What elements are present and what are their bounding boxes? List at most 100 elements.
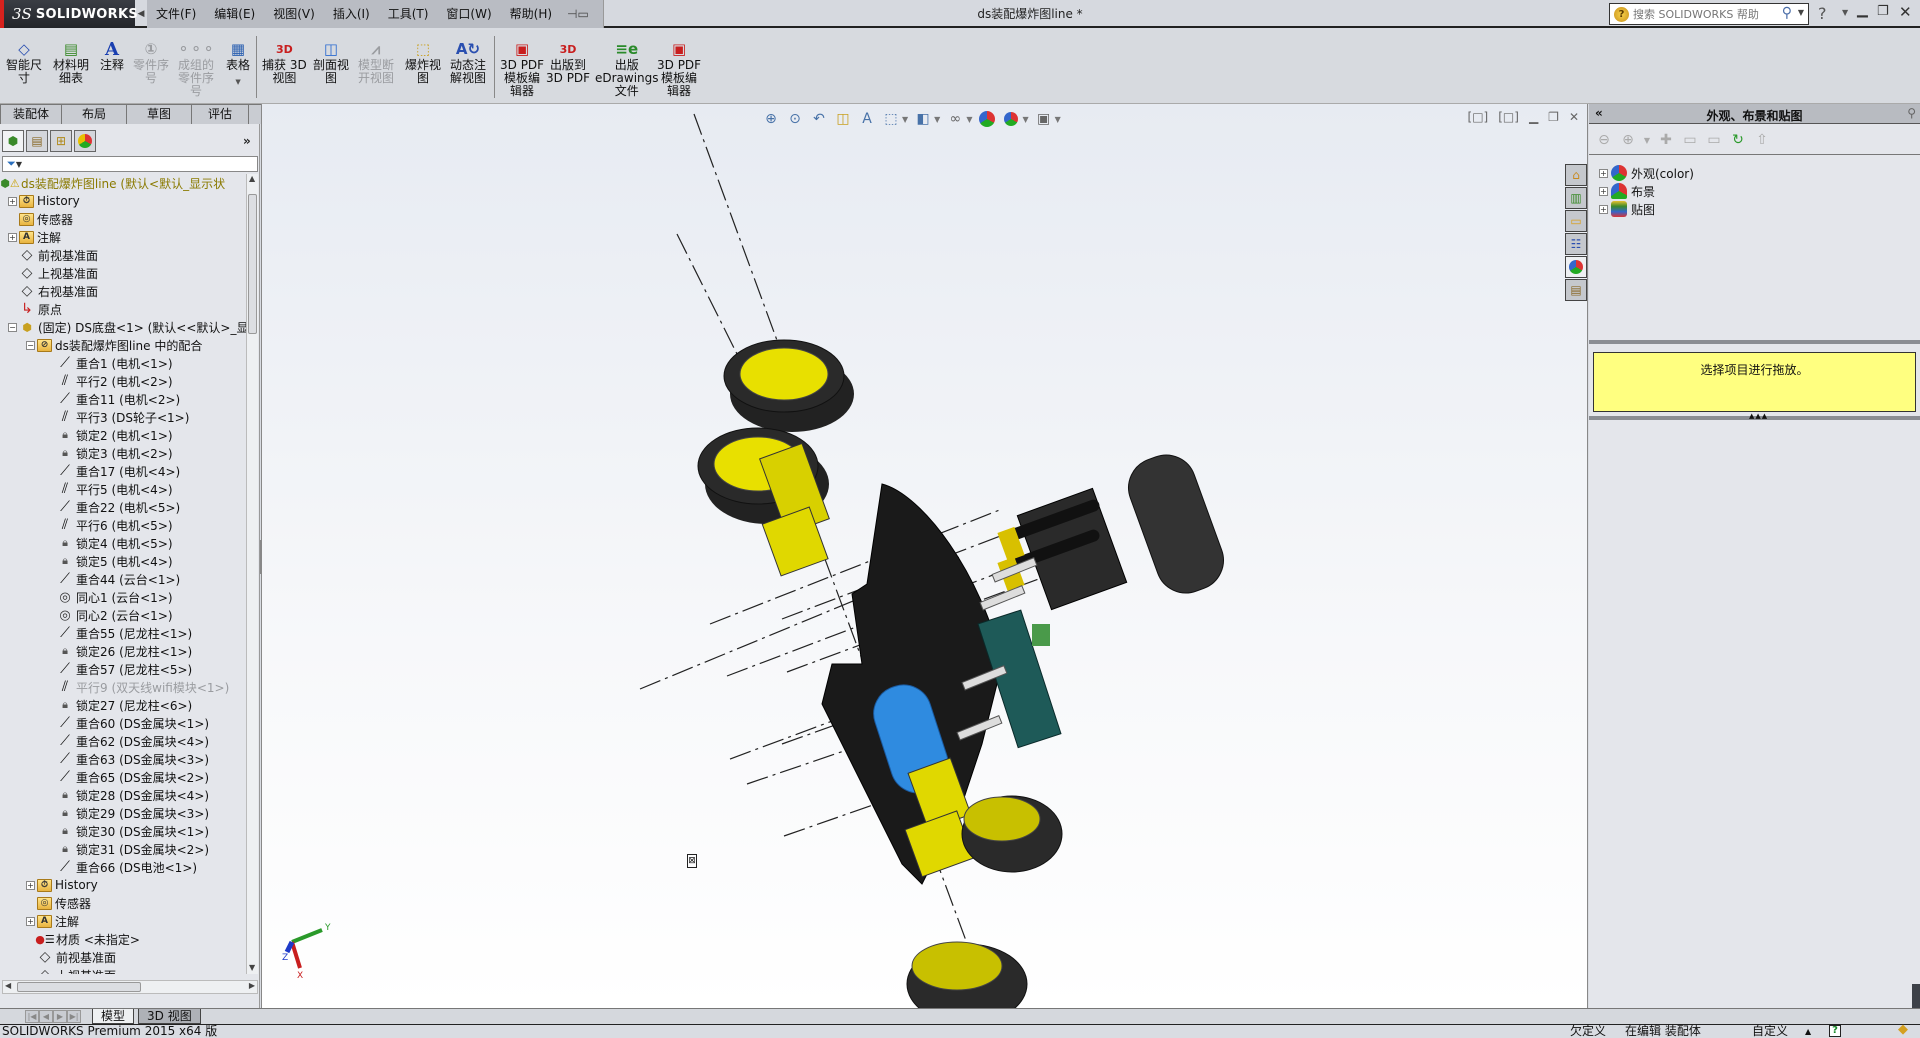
menu-edit[interactable]: 编辑(E) <box>205 0 264 28</box>
tree-node[interactable]: ⫽ 平行2 (电机<2>) <box>46 372 173 390</box>
tree-node[interactable]: + ⏱ History <box>8 192 80 210</box>
zoom-to-area-icon[interactable]: ⊙ <box>786 110 804 128</box>
split-left-icon[interactable]: [□] <box>1468 110 1489 124</box>
menu-insert[interactable]: 插入(I) <box>324 0 379 28</box>
dropdown-icon[interactable]: ▼ <box>1022 115 1028 124</box>
tab-sketch[interactable]: 草图 <box>126 104 193 124</box>
forward-icon[interactable]: ⊕ <box>1619 131 1637 149</box>
tree-node[interactable]: ⟋ 重合60 (DS金属块<1>) <box>46 714 209 732</box>
expand-icon[interactable]: + <box>1599 204 1608 214</box>
collapse-icon[interactable]: − <box>26 340 35 350</box>
tree-node[interactable]: ⟋ 重合1 (电机<1>) <box>46 354 172 372</box>
tree-node[interactable]: ◎ 传感器 <box>8 210 73 228</box>
tree-node[interactable]: ⟋ 重合44 (云台<1>) <box>46 570 180 588</box>
stacked-balloon-button[interactable]: ⚬⚬⚬ 成组的 零件序 号 <box>177 40 215 98</box>
expand-icon[interactable]: + <box>8 232 17 242</box>
tree-node[interactable]: ◇上视基准面 <box>26 966 116 974</box>
dropdown-icon[interactable]: ▼ <box>1055 115 1061 124</box>
tree-horizontal-scrollbar[interactable]: ◀ ▶ <box>2 980 258 994</box>
prev-tab-icon[interactable]: ◀ <box>39 1010 53 1023</box>
refresh-icon[interactable]: ↻ <box>1729 131 1747 149</box>
tree-node[interactable]: ◇ 前视基准面 <box>8 246 98 264</box>
scrollbar-thumb[interactable] <box>248 194 257 334</box>
tree-node[interactable]: ◇上视基准面 <box>8 264 98 282</box>
appearances-tab[interactable] <box>1565 256 1587 278</box>
tree-node[interactable]: 🔒︎ 锁定3 (电机<2>) <box>46 444 173 462</box>
tree-node[interactable]: ⟋ 重合57 (尼龙柱<5>) <box>46 660 192 678</box>
solidworks-resources-tab[interactable]: ⌂ <box>1565 164 1587 186</box>
tab-3d-views[interactable]: 3D 视图 <box>138 1009 201 1024</box>
panel-splitter[interactable] <box>1589 340 1920 344</box>
tree-node[interactable]: ⟋ 重合17 (电机<4>) <box>46 462 180 480</box>
tree-node[interactable]: 🔒︎ 锁定26 (尼龙柱<1>) <box>46 642 192 660</box>
graphics-area[interactable]: ⊕ ⊙ ↶ ◫ A ⬚ ▼ ◧ ▼ ∞ ▼ ▼ ▣ ▼ [□] [□] ▁ ❐ ✕ ⌂ … <box>261 104 1588 1008</box>
up-level-icon[interactable]: ⇧ <box>1753 131 1771 149</box>
help-dropdown-icon[interactable]: ▼ <box>1842 8 1848 17</box>
view-orientation-icon[interactable]: ⬚ <box>882 110 900 128</box>
tree-node[interactable]: 🔒︎ 锁定28 (DS金属块<4>) <box>46 786 209 804</box>
display-manager-tab[interactable] <box>74 130 96 152</box>
scroll-down-icon[interactable]: ▼ <box>249 963 255 972</box>
tree-node[interactable]: ⫽ 平行3 (DS轮子<1>) <box>46 408 190 426</box>
custom-properties-tab[interactable]: ▤ <box>1565 279 1587 301</box>
configuration-manager-tab[interactable]: ⊞ <box>50 130 72 152</box>
tree-node[interactable]: − ⬢ (固定) DS底盘<1> (默认<<默认>_显 <box>8 318 246 336</box>
tree-node[interactable]: 🔒︎ 锁定2 (电机<1>) <box>46 426 173 444</box>
expand-icon[interactable]: + <box>1599 186 1608 196</box>
tab-assembly[interactable]: 装配体 <box>0 104 63 124</box>
tree-node[interactable]: 🔒︎ 锁定4 (电机<5>) <box>46 534 173 552</box>
close-button[interactable]: ✕ <box>1899 3 1912 21</box>
tab-model[interactable]: 模型 <box>92 1009 135 1024</box>
back-icon[interactable]: ⊖ <box>1595 131 1613 149</box>
file-explorer-tab[interactable]: ▭ <box>1565 210 1587 232</box>
edit-appearance-icon[interactable] <box>978 110 996 128</box>
tree-node[interactable]: ⟋ 重合66 (DS电池<1>) <box>46 858 197 876</box>
scrollbar-thumb[interactable] <box>17 982 141 992</box>
exploded-assembly-model[interactable] <box>262 104 1588 1008</box>
unit-system[interactable]: 自定义 <box>1752 1025 1788 1038</box>
tree-node[interactable]: ⬢ ⚠ ds装配爆炸图line (默认<默认_显示状 <box>0 174 225 192</box>
first-tab-icon[interactable]: |◀ <box>25 1010 39 1023</box>
scroll-right-icon[interactable]: ▶ <box>249 981 255 990</box>
expand-icon[interactable]: + <box>26 880 35 890</box>
dropdown-icon[interactable]: ▼ <box>902 115 908 124</box>
tab-evaluate[interactable]: 评估 <box>191 104 250 124</box>
table-button[interactable]: ▦ 表格 ▼ <box>226 40 250 89</box>
apply-scene-icon[interactable] <box>1002 110 1020 128</box>
new-folder-icon[interactable]: ▭ <box>1681 131 1699 149</box>
expand-icon[interactable]: + <box>1599 168 1608 178</box>
scroll-left-icon[interactable]: ◀ <box>5 981 11 990</box>
publish-edrawings-button[interactable]: ≡e 出版 eDrawings 文件 <box>595 40 659 98</box>
wheel-bottom-1[interactable] <box>961 795 1063 873</box>
expand-icon[interactable]: + <box>26 916 35 926</box>
camera-cylinder[interactable] <box>1120 447 1232 602</box>
minimize-button[interactable]: ▁ <box>1857 2 1868 18</box>
tree-vertical-scrollbar[interactable]: ▲ ▼ <box>246 174 258 974</box>
panel-splitter[interactable]: ▲▲▲ <box>1589 412 1920 420</box>
menu-window[interactable]: 窗口(W) <box>437 0 500 28</box>
property-manager-tab[interactable]: ▤ <box>26 130 48 152</box>
tree-node[interactable]: ◎ 同心1 (云台<1>) <box>46 588 172 606</box>
wheel-bottom-2[interactable] <box>906 941 1028 1008</box>
tree-node[interactable]: + A 注解 <box>26 912 79 930</box>
dropdown-icon[interactable]: ▼ <box>934 115 940 124</box>
tree-node[interactable]: ⟋ 重合11 (电机<2>) <box>46 390 180 408</box>
hide-show-items-icon[interactable]: ∞ <box>946 110 964 128</box>
collapse-icon[interactable]: − <box>8 322 17 332</box>
add-to-library-icon[interactable]: ✚ <box>1657 131 1675 149</box>
collapse-panel-icon[interactable]: « <box>1595 106 1603 120</box>
split-right-icon[interactable]: [□] <box>1498 110 1519 124</box>
tree-node[interactable]: 🔒︎ 锁定30 (DS金属块<1>) <box>46 822 209 840</box>
tag-icon[interactable]: ◆ <box>1898 1023 1908 1036</box>
tree-node[interactable]: ⫽ 平行6 (电机<5>) <box>46 516 173 534</box>
tree-node[interactable]: ↳ 原点 <box>8 300 62 318</box>
tree-node[interactable]: ⟋ 重合63 (DS金属块<3>) <box>46 750 209 768</box>
tree-node[interactable]: − ⊘ ds装配爆炸图line 中的配合 <box>26 336 202 354</box>
table-dropdown-icon[interactable]: ▼ <box>235 76 240 89</box>
display-style-icon[interactable]: ◧ <box>914 110 932 128</box>
expand-panel-icon[interactable]: » <box>243 134 251 148</box>
tree-item-appearances[interactable]: + 外观(color) <box>1599 164 1694 182</box>
exploded-view-button[interactable]: ⬚ 爆炸视 图 <box>405 40 441 85</box>
tree-node[interactable]: + A 注解 <box>8 228 61 246</box>
expand-icon[interactable]: + <box>8 196 17 206</box>
